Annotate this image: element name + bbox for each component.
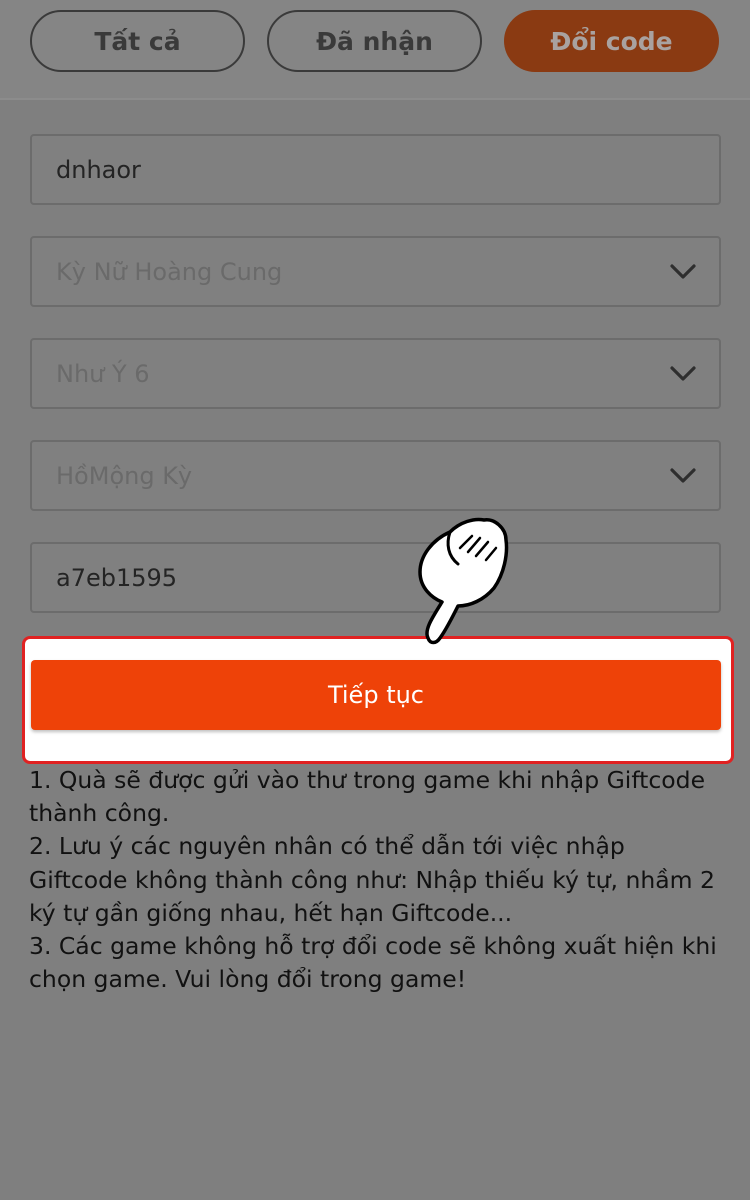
tab-bar: Tất cả Đã nhận Đổi code [0, 0, 750, 100]
tab-received[interactable]: Đã nhận [267, 10, 482, 72]
note-item: 2. Lưu ý các nguyên nhân có thể dẫn tới … [29, 832, 715, 927]
continue-button[interactable]: Tiếp tục [31, 660, 721, 730]
chevron-down-icon [670, 365, 696, 381]
character-select[interactable]: HồMộng Kỳ [30, 440, 721, 511]
chevron-down-icon [670, 263, 696, 279]
character-select-value: HồMộng Kỳ [56, 461, 193, 490]
tab-redeem-code[interactable]: Đổi code [504, 10, 719, 72]
instructions: 1. Quà sẽ được gửi vào thư trong game kh… [29, 764, 724, 996]
note-item: 1. Quà sẽ được gửi vào thư trong game kh… [29, 766, 706, 828]
chevron-down-icon [670, 467, 696, 483]
giftcode-input[interactable]: a7eb1595 [30, 542, 721, 613]
note-item: 3. Các game không hỗ trợ đổi code sẽ khô… [29, 932, 717, 994]
server-select[interactable]: Như Ý 6 [30, 338, 721, 409]
server-select-value: Như Ý 6 [56, 359, 150, 388]
game-select-value: Kỳ Nữ Hoàng Cung [56, 257, 283, 286]
tab-all[interactable]: Tất cả [30, 10, 245, 72]
game-select[interactable]: Kỳ Nữ Hoàng Cung [30, 236, 721, 307]
account-field[interactable]: dnhaor [30, 134, 721, 205]
pointing-hand-icon [418, 517, 509, 645]
